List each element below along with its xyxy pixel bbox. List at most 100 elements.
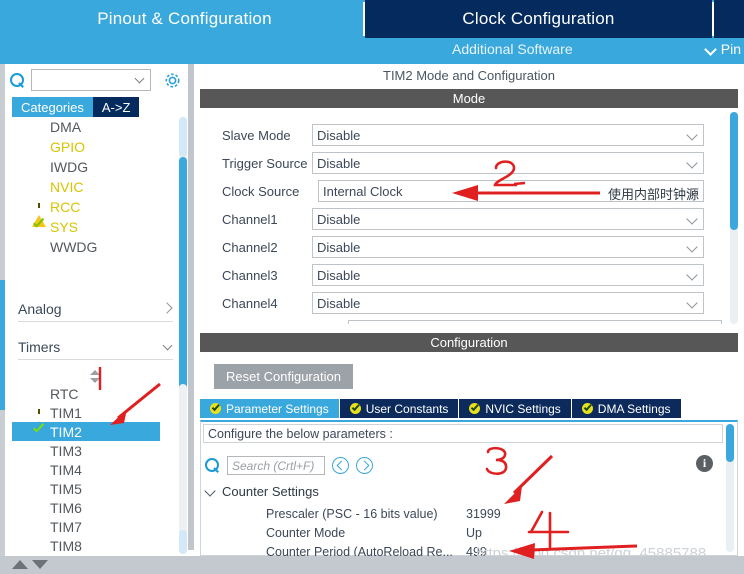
timer-label: TIM2	[50, 423, 82, 440]
chevron-right-icon	[161, 303, 173, 315]
parameter-search-placeholder: Search (Crtl+F)	[232, 458, 315, 473]
channel1-select[interactable]: Disable	[312, 208, 704, 230]
peripheral-search-input[interactable]	[31, 69, 151, 91]
sub-tool-bar	[0, 38, 744, 64]
tab-nvic-settings[interactable]: NVIC Settings	[459, 399, 572, 418]
sidebar-left-gutter-highlight	[0, 280, 5, 410]
list-item[interactable]: TIM3	[12, 441, 177, 460]
parameter-search-input[interactable]: Search (Crtl+F)	[227, 456, 325, 475]
tab-dma-settings[interactable]: DMA Settings	[571, 399, 682, 418]
list-item[interactable]: RTC	[12, 384, 177, 403]
configure-hint-label: Configure the below parameters :	[208, 426, 393, 441]
sidebar-group-analog-label: Analog	[18, 300, 62, 317]
trigger-source-label: Trigger Source	[222, 155, 308, 171]
tab-a-to-z[interactable]: A->Z	[92, 97, 140, 117]
peripheral-label: IWDG	[50, 159, 89, 175]
list-item[interactable]: GPIO	[12, 137, 177, 157]
peripheral-label: GPIO	[50, 139, 86, 155]
list-item[interactable]: RCC	[12, 197, 177, 227]
table-row[interactable]: Prescaler (PSC - 16 bits value) 31999	[0, 505, 744, 523]
info-icon[interactable]: i	[696, 455, 713, 472]
configuration-section-header: Configuration	[200, 333, 738, 352]
channel4-select[interactable]: Disable	[312, 292, 704, 314]
warning-icon	[32, 405, 46, 433]
tab-a-to-z-label: A->Z	[101, 99, 131, 115]
annotation-chinese-note: 使用内部时钟源	[608, 187, 700, 202]
parameter-scrollbar-thumb[interactable]	[726, 424, 734, 462]
extra-select-partial[interactable]	[348, 320, 722, 324]
chevron-down-icon	[687, 158, 698, 169]
sidebar-item-tim2[interactable]: TIM2	[12, 422, 160, 441]
check-badge-icon	[469, 403, 481, 414]
check-badge-icon	[581, 403, 593, 414]
timer-label: RTC	[50, 385, 79, 402]
tab-parameter-settings-label: Parameter Settings	[226, 401, 329, 416]
list-spinner-icon[interactable]	[88, 370, 102, 384]
slave-mode-select[interactable]: Disable	[312, 124, 704, 146]
chevron-down-icon	[135, 75, 145, 85]
channel4-label: Channel4	[222, 295, 278, 311]
tab-next-partial[interactable]	[714, 0, 744, 38]
list-item[interactable]: TIM5	[12, 479, 177, 498]
chevron-down-icon	[687, 298, 698, 309]
tab-user-constants[interactable]: User Constants	[339, 399, 460, 418]
counter-settings-group-label: Counter Settings	[222, 484, 319, 499]
channel3-select[interactable]: Disable	[312, 264, 704, 286]
sidebar-group-timers[interactable]: Timers	[18, 334, 173, 360]
table-row[interactable]: Counter Mode Up	[0, 524, 744, 542]
channel2-select[interactable]: Disable	[312, 236, 704, 258]
timer-label: TIM1	[50, 404, 82, 421]
list-item[interactable]: NVIC	[12, 177, 177, 197]
parameter-value[interactable]: Up	[466, 526, 482, 540]
tab-dma-settings-label: DMA Settings	[597, 401, 671, 416]
trigger-source-select[interactable]: Disable	[312, 152, 704, 174]
slave-mode-label: Slave Mode	[222, 127, 291, 143]
peripheral-label: RCC	[50, 199, 81, 215]
channel2-label: Channel2	[222, 239, 278, 255]
slave-mode-value: Disable	[317, 127, 361, 143]
parameter-name: Prescaler (PSC - 16 bits value)	[266, 507, 438, 521]
chevron-right-circle-icon[interactable]	[356, 457, 373, 474]
counter-settings-group-header[interactable]: Counter Settings	[205, 484, 319, 499]
list-item[interactable]: TIM4	[12, 460, 177, 479]
reset-configuration-button[interactable]: Reset Configuration	[214, 364, 353, 389]
mode-scrollbar-thumb[interactable]	[730, 112, 738, 230]
tab-user-constants-label: User Constants	[365, 401, 449, 416]
sidebar-group-analog[interactable]: Analog	[18, 296, 173, 322]
peripheral-list-scrollbar-thumb-top[interactable]	[179, 117, 187, 157]
peripheral-label: NVIC	[50, 179, 84, 195]
chevron-down-icon	[205, 486, 216, 497]
mode-section-label: Mode	[452, 91, 486, 106]
list-item[interactable]: IWDG	[12, 157, 177, 177]
gear-icon[interactable]	[163, 71, 182, 90]
scroll-up-icon[interactable]	[12, 560, 28, 569]
list-item[interactable]: TIM1	[12, 403, 177, 433]
peripheral-list: DMA GPIO IWDG NVIC RCC SYS WWDG	[12, 117, 177, 277]
page-title-label: TIM2 Mode and Configuration	[383, 67, 555, 83]
chevron-down-icon	[687, 130, 698, 141]
peripheral-label: SYS	[50, 219, 79, 235]
configuration-tab-group: Parameter Settings User Constants NVIC S…	[200, 399, 738, 418]
tab-pinout-configuration[interactable]: Pinout & Configuration	[6, 0, 363, 38]
tab-categories[interactable]: Categories	[12, 97, 93, 117]
list-item[interactable]: SYS	[12, 217, 177, 237]
tab-clock-label: Clock Configuration	[462, 9, 615, 28]
scroll-down-icon[interactable]	[32, 560, 48, 569]
list-item[interactable]: WWDG	[12, 237, 177, 257]
parameter-search-row: Search (Crtl+F)	[205, 456, 373, 475]
parameter-value[interactable]: 31999	[466, 507, 501, 521]
tab-nvic-settings-label: NVIC Settings	[485, 401, 561, 416]
peripheral-list-scrollbar-thumb[interactable]	[179, 157, 187, 417]
timer-label: TIM4	[50, 461, 82, 478]
timer-label: TIM5	[50, 480, 82, 497]
warning-icon	[32, 199, 47, 227]
channel3-label: Channel3	[222, 267, 278, 283]
check-icon	[32, 219, 47, 234]
tab-parameter-settings[interactable]: Parameter Settings	[200, 399, 340, 418]
pinout-menu-button[interactable]: Pin	[705, 41, 741, 57]
list-item[interactable]: DMA	[12, 117, 177, 137]
chevron-left-circle-icon[interactable]	[332, 457, 349, 474]
additional-software-button[interactable]: Additional Software	[452, 41, 573, 57]
tab-clock-configuration[interactable]: Clock Configuration	[365, 0, 712, 38]
chevron-down-icon	[687, 242, 698, 253]
